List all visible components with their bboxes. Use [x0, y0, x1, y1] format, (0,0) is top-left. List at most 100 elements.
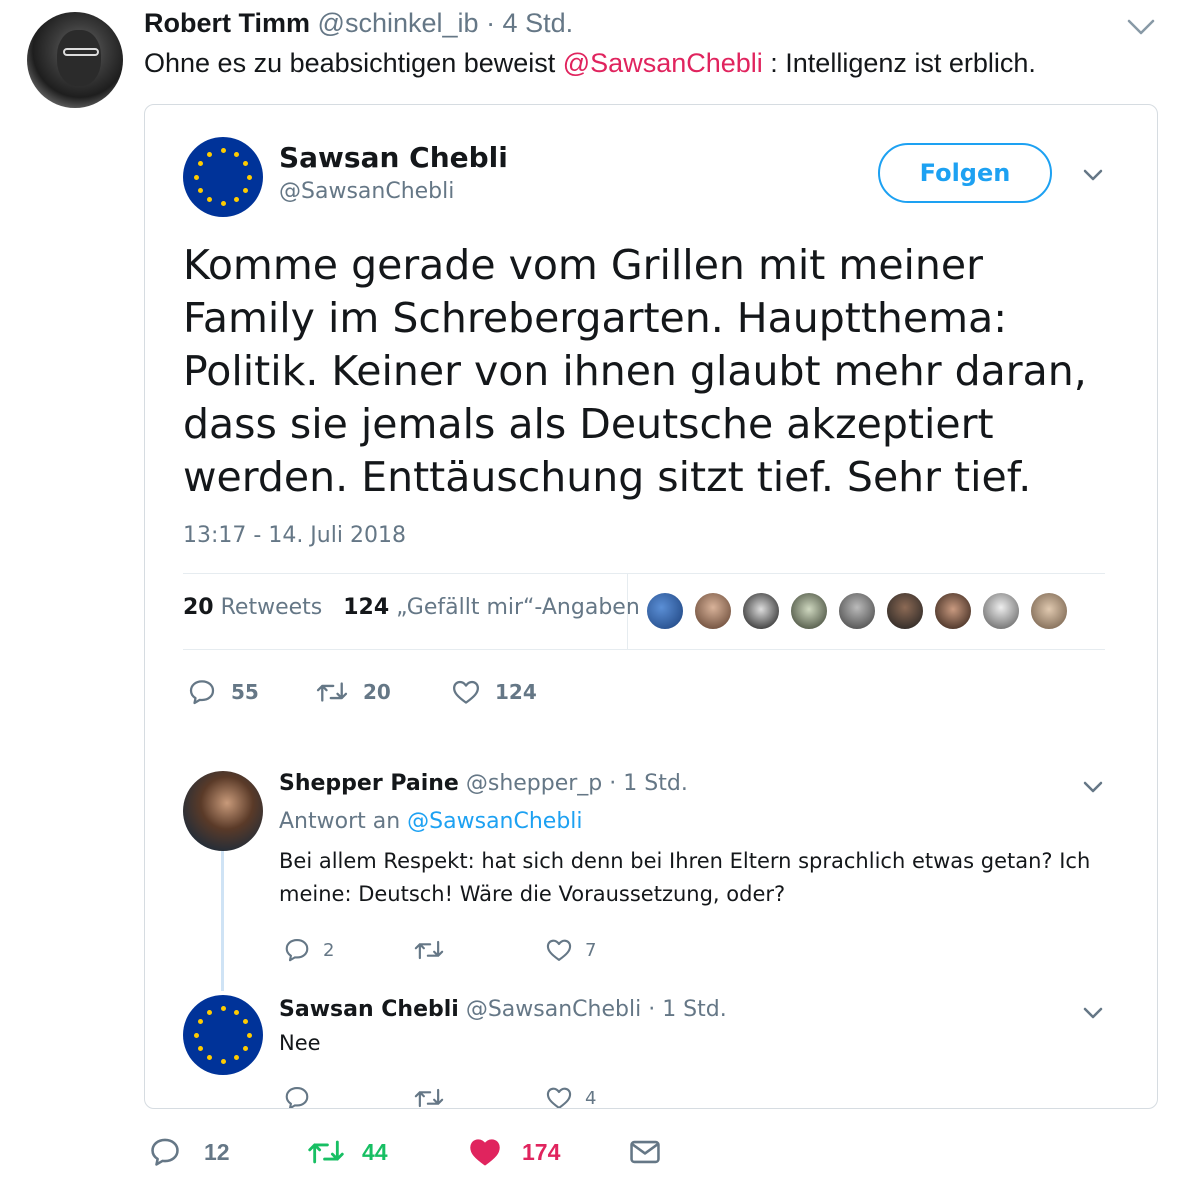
avatar[interactable]	[693, 591, 733, 631]
avatar[interactable]	[789, 591, 829, 631]
eu-star-icon	[246, 1032, 252, 1038]
eu-star-icon	[220, 1006, 226, 1012]
chevron-down-icon[interactable]	[1081, 1001, 1105, 1025]
mail-icon	[630, 1140, 660, 1164]
eu-star-icon	[197, 1045, 203, 1051]
likes-count[interactable]: 124	[343, 595, 389, 620]
reply-author-name[interactable]: Shepper Paine	[279, 771, 459, 796]
reply-header: Shepper Paine @shepper_p · 1 Std.	[279, 771, 688, 796]
eu-star-icon	[233, 197, 239, 203]
reply-text: Bei allem Respekt: hat sich denn bei Ihr…	[279, 849, 1091, 906]
retweet-count: 20	[363, 680, 391, 704]
outer-tweet: Robert Timm @schinkel_ib · 4 Std. Ohne e…	[0, 0, 1180, 1184]
author-name[interactable]: Robert Timm	[144, 8, 310, 38]
embed-author-handle[interactable]: @SawsanChebli	[279, 179, 454, 204]
retweet-button[interactable]: 44	[306, 1128, 388, 1176]
heart-icon	[546, 939, 572, 961]
avatar[interactable]	[645, 591, 685, 631]
reply-icon	[189, 680, 215, 705]
heart-icon	[546, 1087, 572, 1108]
eu-star-icon	[220, 148, 226, 154]
divider	[627, 573, 628, 649]
eu-star-icon	[207, 151, 213, 157]
reply-to-label: Antwort an	[279, 809, 401, 834]
eu-flag-avatar[interactable]	[183, 995, 263, 1075]
eu-star-icon	[197, 187, 203, 193]
outer-tweet-actions: 12 44 174	[144, 1128, 704, 1176]
heart-icon	[470, 1139, 500, 1166]
reply-button[interactable]	[283, 1084, 413, 1108]
embed-tweet-date[interactable]: 13:17 - 14. Juli 2018	[183, 523, 406, 548]
retweet-icon	[414, 940, 444, 960]
engagement-stats: 20 Retweets 124 „Gefällt mir“-Angaben	[183, 595, 640, 620]
divider	[183, 649, 1105, 650]
eu-star-icon	[194, 174, 200, 180]
heart-icon	[453, 680, 479, 704]
retweets-label[interactable]: Retweets	[221, 595, 323, 620]
avatar[interactable]	[885, 591, 925, 631]
divider	[183, 573, 1105, 574]
retweet-icon	[414, 1088, 444, 1108]
author-handle[interactable]: @schinkel_ib	[318, 8, 479, 38]
reply-icon	[285, 939, 309, 962]
reply-to-mention[interactable]: @SawsanChebli	[407, 809, 582, 834]
retweets-count[interactable]: 20	[183, 595, 214, 620]
eu-star-icon	[243, 1019, 249, 1025]
reply-to-line: Antwort an @SawsanChebli	[279, 809, 583, 834]
reply-count: 55	[231, 680, 259, 704]
eu-star-icon	[233, 151, 239, 157]
like-button[interactable]: 124	[451, 677, 537, 707]
chevron-down-icon[interactable]	[1124, 10, 1158, 44]
reply-count: 2	[323, 939, 335, 961]
eu-star-icon	[220, 200, 226, 206]
avatar[interactable]	[837, 591, 877, 631]
embedded-tweet-card[interactable]: Sawsan Chebli @SawsanChebli Folgen Komme…	[144, 104, 1158, 1109]
tweet-text-after: : Intelligenz ist erblich.	[762, 48, 1036, 78]
like-count: 174	[522, 1138, 561, 1165]
reply-author-handle[interactable]: @SawsanChebli	[466, 997, 641, 1022]
avatar[interactable]	[741, 591, 781, 631]
eu-star-icon	[207, 1055, 213, 1061]
avatar[interactable]	[981, 591, 1021, 631]
likes-label[interactable]: „Gefällt mir“-Angaben	[396, 595, 640, 620]
retweet-button[interactable]	[413, 936, 545, 964]
reply-button[interactable]: 55	[187, 677, 315, 707]
chevron-down-icon[interactable]	[1081, 775, 1105, 799]
embed-tweet-text: Komme gerade vom Grillen mit meiner Fami…	[183, 241, 1087, 501]
eu-star-icon	[243, 1045, 249, 1051]
eu-star-icon	[243, 161, 249, 167]
chevron-down-icon[interactable]	[1081, 163, 1105, 187]
reply-button[interactable]: 2	[283, 936, 413, 964]
avatar[interactable]	[933, 591, 973, 631]
reply-text: Nee	[279, 1031, 321, 1055]
eu-flag-avatar[interactable]	[183, 137, 263, 217]
direct-message-button[interactable]	[628, 1128, 662, 1176]
avatar[interactable]	[183, 771, 263, 851]
eu-star-icon	[197, 161, 203, 167]
retweet-button[interactable]	[413, 1084, 545, 1108]
embed-author-name[interactable]: Sawsan Chebli	[279, 141, 508, 174]
eu-star-icon	[207, 197, 213, 203]
like-button[interactable]: 174	[468, 1128, 560, 1176]
eu-star-icon	[220, 1058, 226, 1064]
mention-link[interactable]: @SawsanChebli	[563, 48, 763, 78]
avatar[interactable]	[1029, 591, 1069, 631]
reply-count: 12	[204, 1138, 230, 1165]
reply-author-name[interactable]: Sawsan Chebli	[279, 997, 459, 1022]
tweet-time[interactable]: · 4 Std.	[486, 8, 573, 38]
reply-time[interactable]: · 1 Std.	[648, 997, 727, 1022]
thread-line	[221, 851, 224, 991]
reply-author-handle[interactable]: @shepper_p	[466, 771, 602, 796]
eu-star-icon	[233, 1055, 239, 1061]
avatar[interactable]	[27, 12, 123, 108]
like-count: 124	[495, 680, 537, 704]
follow-button[interactable]: Folgen	[878, 143, 1052, 203]
retweet-icon	[316, 682, 348, 702]
retweet-icon	[308, 1140, 344, 1164]
reply-button[interactable]: 12	[148, 1128, 230, 1176]
retweet-button[interactable]: 20	[315, 677, 451, 707]
like-button[interactable]: 7	[545, 936, 596, 964]
like-button[interactable]: 4	[545, 1084, 596, 1108]
reply-time[interactable]: · 1 Std.	[609, 771, 688, 796]
tweet-text: Ohne es zu beabsichtigen beweist @Sawsan…	[144, 48, 1036, 79]
